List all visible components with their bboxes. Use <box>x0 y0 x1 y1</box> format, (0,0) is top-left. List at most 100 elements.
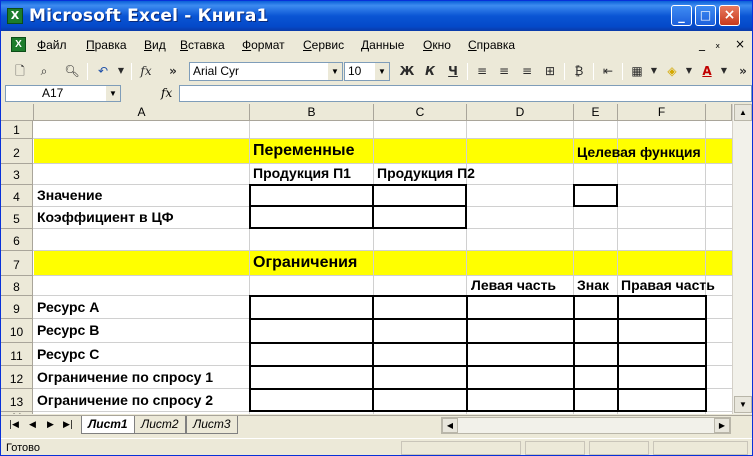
cell-e2[interactable]: Целевая функция <box>577 144 701 160</box>
worksheet-grid[interactable]: A B C D E F 1 2 3 4 5 6 7 8 9 10 11 12 1… <box>1 104 732 414</box>
formula-input[interactable] <box>179 85 752 102</box>
last-sheet-icon[interactable]: ▶| <box>63 420 73 430</box>
cell-f8[interactable]: Правая часть <box>621 277 715 293</box>
cell-a12[interactable]: Ограничение по спросу 1 <box>37 369 213 385</box>
chevron-down-icon[interactable]: ▼ <box>680 62 698 80</box>
chevron-down-icon[interactable]: ▼ <box>328 63 342 80</box>
insert-function-button[interactable]: fx <box>137 62 155 80</box>
cell-a4[interactable]: Значение <box>37 187 102 203</box>
menu-edit[interactable]: Правка <box>86 38 127 52</box>
scroll-down-icon[interactable]: ▼ <box>734 396 752 413</box>
column-header-d[interactable]: D <box>467 104 574 121</box>
row-header-5[interactable]: 5 <box>1 207 33 229</box>
cell-b7[interactable]: Ограничения <box>253 254 357 272</box>
minimize-button[interactable]: _ <box>671 5 692 26</box>
cell-a10[interactable]: Ресурс В <box>37 322 99 338</box>
input-cell-c4[interactable] <box>372 184 467 207</box>
column-header-c[interactable]: C <box>374 104 467 121</box>
input-cell-c5[interactable] <box>372 205 467 229</box>
font-size-select[interactable]: 10 ▼ <box>344 62 390 81</box>
previous-sheet-icon[interactable]: ◀ <box>29 420 36 430</box>
align-left-icon[interactable]: ≡ <box>473 62 491 80</box>
next-sheet-icon[interactable]: ▶ <box>47 420 54 430</box>
cell-a9[interactable]: Ресурс А <box>37 299 99 315</box>
row-header-11[interactable]: 11 <box>1 343 33 366</box>
column-header-f[interactable]: F <box>618 104 706 121</box>
font-name-select[interactable]: Arial Cyr ▼ <box>189 62 343 81</box>
menu-insert[interactable]: Вставка <box>180 38 225 52</box>
column-header-e[interactable]: E <box>574 104 618 121</box>
row-header-9[interactable]: 9 <box>1 296 33 319</box>
input-cell-b5[interactable] <box>249 205 374 229</box>
fill-color-icon[interactable]: ◈ <box>663 62 681 80</box>
scroll-left-icon[interactable]: ◀ <box>442 418 458 433</box>
toolbar-overflow-button[interactable]: » <box>164 62 182 80</box>
column-header-b[interactable]: B <box>250 104 374 121</box>
permission-icon[interactable]: ⌕ <box>35 62 53 80</box>
close-button[interactable]: × <box>719 5 740 26</box>
column-header-g[interactable] <box>706 104 732 121</box>
menu-format[interactable]: Формат <box>242 38 285 52</box>
menu-file[interactable]: Файл <box>37 38 67 52</box>
borders-icon[interactable]: ▦ <box>628 62 646 80</box>
menu-tools[interactable]: Сервис <box>303 38 344 52</box>
constraints-table[interactable] <box>249 295 707 412</box>
cell-c3[interactable]: Продукция П2 <box>377 165 475 181</box>
print-preview-icon[interactable]: 🔍︎ <box>63 62 81 80</box>
font-color-icon[interactable]: A <box>698 62 716 80</box>
row-header-10[interactable]: 10 <box>1 319 33 343</box>
input-cell-b4[interactable] <box>249 184 374 207</box>
scroll-up-icon[interactable]: ▲ <box>734 104 752 121</box>
menu-window[interactable]: Окно <box>423 38 451 52</box>
menu-help[interactable]: Справка <box>468 38 515 52</box>
chevron-down-icon[interactable]: ▼ <box>375 63 389 80</box>
workbook-restore-button[interactable]: ₓ <box>715 37 720 51</box>
row-header-3[interactable]: 3 <box>1 164 33 185</box>
italic-button[interactable]: К <box>421 62 439 80</box>
chevron-down-icon[interactable]: ▼ <box>106 86 120 101</box>
row-header-2[interactable]: 2 <box>1 139 33 164</box>
select-all-corner[interactable] <box>1 104 34 121</box>
chevron-down-icon[interactable]: ▼ <box>645 62 663 80</box>
row-header-14[interactable]: 14 <box>1 412 33 414</box>
decrease-indent-icon[interactable]: ⇤ <box>599 62 617 80</box>
cell-a5[interactable]: Коэффициент в ЦФ <box>37 209 174 225</box>
insert-function-icon[interactable]: fx <box>161 86 172 100</box>
cell-b2[interactable]: Переменные <box>253 142 354 160</box>
maximize-button[interactable]: □ <box>695 5 716 26</box>
objective-cell-e4[interactable] <box>573 184 618 207</box>
title-bar[interactable]: X Microsoft Excel - Книга1 _ □ × <box>1 1 752 31</box>
new-document-icon[interactable]: 🗋 <box>11 62 29 80</box>
row-header-6[interactable]: 6 <box>1 229 33 251</box>
underline-button[interactable]: Ч <box>444 62 462 80</box>
name-box[interactable]: A17 ▼ <box>5 85 121 102</box>
workbook-icon[interactable]: X <box>11 37 26 52</box>
row-header-13[interactable]: 13 <box>1 389 33 412</box>
menu-view[interactable]: Вид <box>144 38 166 52</box>
sheet-tab-1[interactable]: Лист1 <box>81 416 135 434</box>
cell-b3[interactable]: Продукция П1 <box>253 165 351 181</box>
cell-a11[interactable]: Ресурс С <box>37 346 99 362</box>
horizontal-scrollbar[interactable]: ◀ ▶ <box>441 417 731 434</box>
align-center-icon[interactable]: ≡ <box>495 62 513 80</box>
workbook-close-button[interactable]: × <box>735 37 745 51</box>
first-sheet-icon[interactable]: |◀ <box>9 420 19 430</box>
vertical-scrollbar[interactable]: ▲ ▼ <box>732 104 752 414</box>
undo-dropdown-icon[interactable]: ▼ <box>112 62 130 80</box>
cell-e8[interactable]: Знак <box>577 277 609 293</box>
excel-icon[interactable]: X <box>7 8 23 24</box>
row-header-8[interactable]: 8 <box>1 276 33 296</box>
toolbar-overflow-button[interactable]: » <box>734 62 752 80</box>
sheet-tab-3[interactable]: Лист3 <box>186 416 238 434</box>
undo-icon[interactable]: ↶ <box>94 62 112 80</box>
row-header-1[interactable]: 1 <box>1 121 33 139</box>
sheet-tab-2[interactable]: Лист2 <box>134 416 186 434</box>
column-header-a[interactable]: A <box>34 104 250 121</box>
menu-data[interactable]: Данные <box>361 38 404 52</box>
row-header-4[interactable]: 4 <box>1 185 33 207</box>
scroll-right-icon[interactable]: ▶ <box>714 418 730 433</box>
merge-center-icon[interactable]: ⊞ <box>541 62 559 80</box>
row-header-7[interactable]: 7 <box>1 251 33 276</box>
align-right-icon[interactable]: ≡ <box>518 62 536 80</box>
workbook-minimize-button[interactable]: _ <box>699 37 705 51</box>
